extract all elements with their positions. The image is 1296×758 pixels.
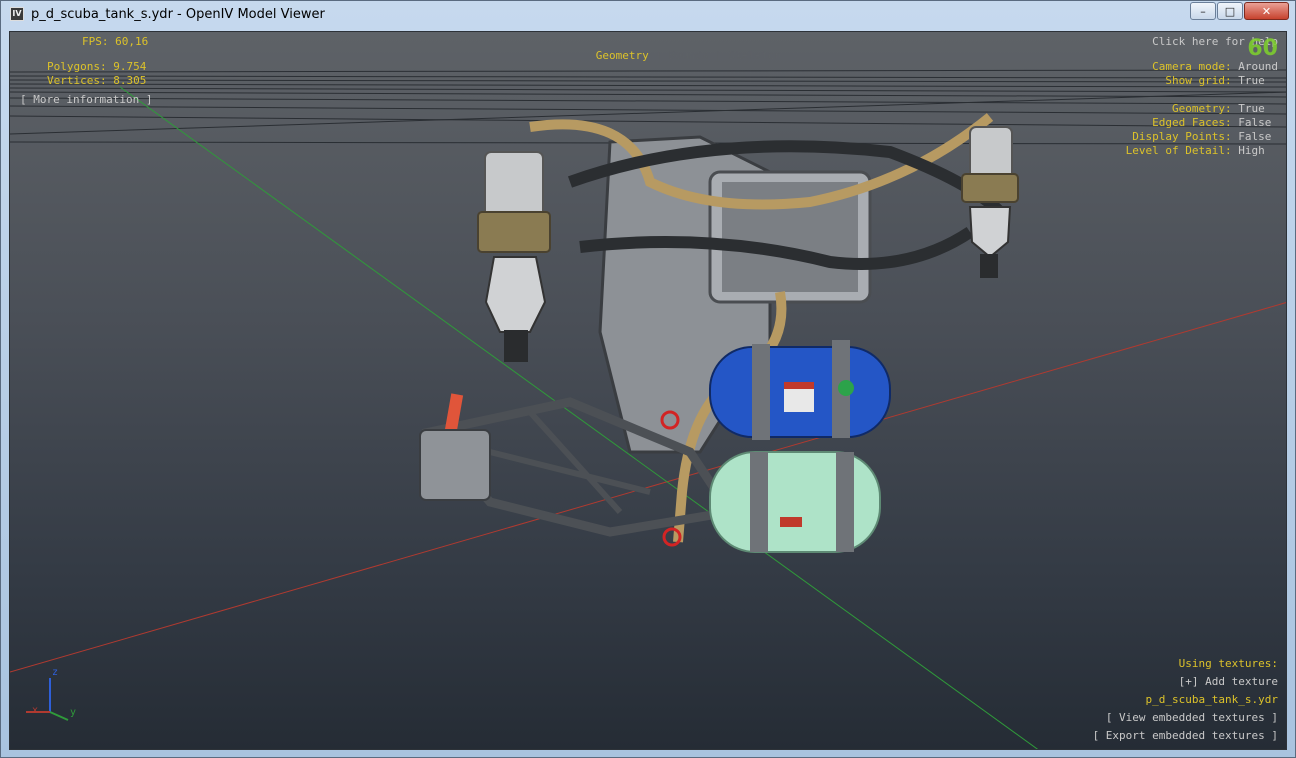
setting-value: High bbox=[1238, 144, 1265, 157]
maximize-button[interactable]: □ bbox=[1217, 2, 1243, 20]
title-bar[interactable]: IV p_d_scuba_tank_s.ydr - OpenIV Model V… bbox=[1, 1, 1295, 29]
textures-heading: Using textures: bbox=[1178, 657, 1278, 670]
add-texture-button[interactable]: [+] Add texture bbox=[1179, 675, 1278, 689]
close-icon: ✕ bbox=[1261, 4, 1272, 18]
setting-value: Around bbox=[1238, 60, 1278, 73]
tab-bounds[interactable]: Bounds bbox=[669, 49, 709, 62]
setting-edged-faces[interactable]: Edged Faces: False bbox=[1152, 116, 1278, 130]
fps-readout: FPS: 60,16 bbox=[82, 35, 149, 48]
axis-x-label: x bbox=[32, 705, 39, 716]
setting-value: False bbox=[1238, 116, 1272, 129]
polygons-readout: Polygons: 9.754 bbox=[47, 60, 147, 73]
setting-value: False bbox=[1238, 130, 1272, 143]
axis-y-label: y bbox=[70, 707, 77, 718]
texture-file-link[interactable]: p_d_scuba_tank_s.ydr bbox=[1146, 693, 1278, 707]
setting-level-of-detail[interactable]: Level of Detail: High bbox=[1126, 144, 1278, 158]
setting-display-points[interactable]: Display Points: False bbox=[1132, 130, 1278, 144]
window-title: p_d_scuba_tank_s.ydr - OpenIV Model View… bbox=[31, 7, 325, 22]
setting-label: Level of Detail: bbox=[1125, 144, 1232, 157]
scuba-tank-model bbox=[419, 113, 1019, 553]
axis-z-label: z bbox=[52, 667, 59, 678]
vertices-readout: Vertices: 8.305 bbox=[47, 74, 147, 87]
setting-value: True bbox=[1238, 102, 1265, 115]
tab-separator: | bbox=[714, 49, 722, 62]
setting-label: Camera mode: bbox=[1152, 60, 1232, 73]
app-window: IV p_d_scuba_tank_s.ydr - OpenIV Model V… bbox=[0, 0, 1296, 758]
more-information-link[interactable]: [ More information ] bbox=[20, 93, 152, 107]
close-button[interactable]: ✕ bbox=[1244, 2, 1289, 20]
setting-camera-mode[interactable]: Camera mode: Around bbox=[1152, 60, 1278, 74]
setting-value: True bbox=[1238, 74, 1265, 87]
tab-separator: | bbox=[655, 49, 662, 62]
export-embedded-textures-button[interactable]: [ Export embedded textures ] bbox=[1093, 729, 1278, 743]
minimize-button[interactable]: – bbox=[1190, 2, 1216, 20]
minimize-icon: – bbox=[1200, 4, 1206, 18]
tab-skeleton[interactable]: Skeleton bbox=[728, 49, 781, 62]
setting-geometry[interactable]: Geometry: True bbox=[1172, 102, 1278, 116]
ground-grid bbox=[10, 69, 1286, 145]
fps-badge: 60 bbox=[1247, 36, 1278, 61]
model-viewport[interactable]: FPS: 60,16 Polygons: 9.754 Vertices: 8.3… bbox=[9, 31, 1287, 750]
maximize-icon: □ bbox=[1224, 4, 1236, 18]
y-axis-line bbox=[119, 86, 1039, 749]
setting-label: Edged Faces: bbox=[1152, 116, 1232, 129]
tab-geometry[interactable]: Geometry bbox=[596, 49, 649, 62]
app-icon: IV bbox=[10, 7, 24, 21]
setting-label: Geometry: bbox=[1172, 102, 1232, 115]
setting-label: Display Points: bbox=[1132, 130, 1232, 143]
setting-show-grid[interactable]: Show grid: True bbox=[1165, 74, 1278, 88]
setting-label: Show grid: bbox=[1165, 74, 1232, 87]
view-tabs: Geometry | Bounds | Skeleton bbox=[556, 35, 781, 77]
scene-canvas[interactable] bbox=[10, 32, 1287, 750]
view-embedded-textures-button[interactable]: [ View embedded textures ] bbox=[1106, 711, 1278, 725]
